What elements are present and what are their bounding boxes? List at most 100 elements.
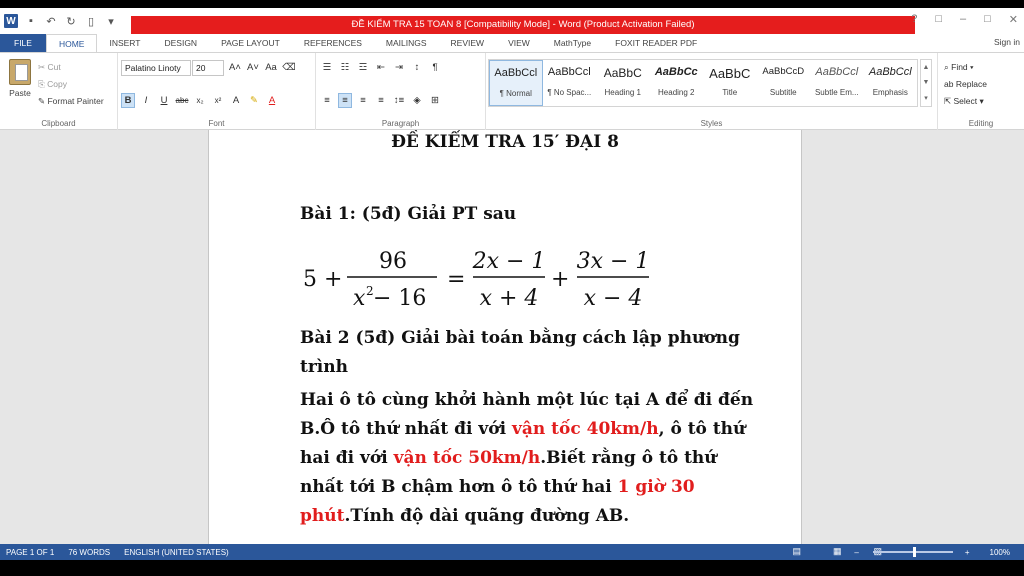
shrink-font-icon[interactable]: A˅ <box>246 60 260 75</box>
font-group-label: Font <box>208 119 225 128</box>
window-controls: ? □ – □ ✕ <box>911 13 1018 26</box>
zoom-level[interactable]: 100% <box>990 548 1010 557</box>
find-button[interactable]: ⌕ Find ▾ <box>944 59 987 76</box>
sign-in-link[interactable]: Sign in <box>994 37 1020 47</box>
sort-icon[interactable]: ↕ <box>410 60 424 75</box>
font-size-box[interactable]: 20 <box>192 60 224 76</box>
tab-mathtype[interactable]: MathType <box>542 34 603 52</box>
justify-icon[interactable]: ≡ <box>374 93 388 108</box>
clear-formatting-icon[interactable]: ⌫ <box>282 60 296 75</box>
increase-indent-icon[interactable]: ⇥ <box>392 60 406 75</box>
paste-button[interactable]: Paste <box>6 59 34 98</box>
italic-icon[interactable]: I <box>139 93 153 108</box>
zoom-out-icon[interactable]: – <box>854 548 858 557</box>
style-name: Title <box>722 88 738 97</box>
underline-icon[interactable]: U <box>157 93 171 108</box>
select-button[interactable]: ⇱ Select ▾ <box>944 93 987 110</box>
bold-icon[interactable]: B <box>121 93 135 108</box>
close-icon[interactable]: ✕ <box>1009 13 1018 26</box>
align-left-icon[interactable]: ≡ <box>320 93 334 108</box>
text-effects-icon[interactable]: A <box>229 93 243 108</box>
grow-font-icon[interactable]: A˄ <box>228 60 242 75</box>
list-tools: ☰ ☷ ☲ ⇤ ⇥ ↕ ¶ <box>320 60 442 75</box>
multilevel-list-icon[interactable]: ☲ <box>356 60 370 75</box>
clipboard-group-label: Clipboard <box>41 119 76 128</box>
numbering-icon[interactable]: ☷ <box>338 60 352 75</box>
style-heading-1[interactable]: AaBbC Heading 1 <box>596 60 650 106</box>
tab-insert[interactable]: INSERT <box>97 34 152 52</box>
paste-label: Paste <box>9 88 31 98</box>
exercise-2-heading: Bài 2 (5đ) Giải bài toán bằng cách lập p… <box>300 328 740 377</box>
tab-references[interactable]: REFERENCES <box>292 34 374 52</box>
page-count[interactable]: PAGE 1 OF 1 <box>6 548 54 557</box>
tab-foxit-reader-pdf[interactable]: FOXIT READER PDF <box>603 34 709 52</box>
style-title[interactable]: AaBbC Title <box>703 60 757 106</box>
tab-mailings[interactable]: MAILINGS <box>374 34 439 52</box>
show-marks-icon[interactable]: ¶ <box>428 60 442 75</box>
style-name: Subtle Em... <box>814 88 859 97</box>
bullets-icon[interactable]: ☰ <box>320 60 334 75</box>
style-normal[interactable]: AaBbCcl ¶ Normal <box>489 60 543 106</box>
word-count[interactable]: 76 WORDS <box>68 548 110 557</box>
subscript-icon[interactable]: x₂ <box>193 93 207 108</box>
customize-toolbar-icon[interactable]: ▾ <box>104 14 118 28</box>
decrease-indent-icon[interactable]: ⇤ <box>374 60 388 75</box>
tab-home[interactable]: HOME <box>45 33 98 53</box>
help-icon[interactable]: ? <box>911 13 917 26</box>
line-spacing-icon[interactable]: ↕≡ <box>392 93 406 108</box>
style-subtitle[interactable]: AaBbCcD Subtitle <box>757 60 811 106</box>
font-color-icon[interactable]: A <box>265 93 279 108</box>
ribbon-display-icon[interactable]: □ <box>935 13 942 26</box>
tab-file[interactable]: FILE <box>0 34 46 52</box>
tab-page-layout[interactable]: PAGE LAYOUT <box>209 34 292 52</box>
borders-icon[interactable]: ⊞ <box>428 93 442 108</box>
document-page[interactable]: ĐỀ KIỂM TRA 15′ ĐẠI 8 Bài 1: (5đ) Giải P… <box>208 130 802 552</box>
style-emphasis[interactable]: AaBbCcl Emphasis <box>864 60 918 106</box>
style-subtle-emphasis[interactable]: AaBbCcl Subtle Em... <box>810 60 864 106</box>
redo-icon[interactable]: ↻ <box>64 14 78 28</box>
format-painter-label: Format Painter <box>47 96 104 106</box>
replace-button[interactable]: ab Replace <box>944 76 987 93</box>
cut-label: Cut <box>47 62 61 72</box>
scroll-up-icon[interactable]: ▲ <box>923 64 930 71</box>
align-center-icon[interactable]: ≡ <box>338 93 352 108</box>
style-sample: AaBbCcl <box>868 66 912 78</box>
minimize-icon[interactable]: – <box>960 13 966 26</box>
styles-gallery-scroll[interactable]: ▲ ▼ ▾ <box>920 59 932 107</box>
read-mode-icon[interactable]: ▤ <box>792 546 801 557</box>
shading-icon[interactable]: ◈ <box>410 93 424 108</box>
change-case-icon[interactable]: Aa <box>264 60 278 75</box>
superscript-icon[interactable]: x² <box>211 93 225 108</box>
font-format-tools: B I U abc x₂ x² A ✎ A <box>121 93 279 108</box>
strikethrough-icon[interactable]: abc <box>175 93 189 108</box>
word-logo-icon[interactable]: W <box>4 14 18 28</box>
style-no-spacing[interactable]: AaBbCcl ¶ No Spac... <box>543 60 597 106</box>
new-document-icon[interactable]: ▯ <box>84 14 98 28</box>
paragraph-group: ☰ ☷ ☲ ⇤ ⇥ ↕ ¶ ≡ ≡ ≡ ≡ ↕≡ ◈ ⊞ Paragraph <box>316 53 486 130</box>
tab-view[interactable]: VIEW <box>496 34 542 52</box>
align-right-icon[interactable]: ≡ <box>356 93 370 108</box>
more-styles-icon[interactable]: ▾ <box>924 94 928 102</box>
frac1-den-rest: − 16 <box>373 286 426 311</box>
language-indicator[interactable]: ENGLISH (UNITED STATES) <box>124 548 229 557</box>
style-heading-2[interactable]: AaBbCc Heading 2 <box>650 60 704 106</box>
eq-equals: = <box>447 267 465 292</box>
zoom-in-icon[interactable]: + <box>965 548 970 557</box>
maximize-icon[interactable]: □ <box>984 13 991 26</box>
print-layout-icon[interactable]: ▦ <box>833 546 842 557</box>
tab-design[interactable]: DESIGN <box>152 34 209 52</box>
zoom-slider-thumb[interactable] <box>912 547 916 557</box>
font-name-box[interactable]: Palatino Linoty <box>121 60 191 76</box>
copy-button[interactable]: ⎘ Copy <box>38 76 104 93</box>
scroll-down-icon[interactable]: ▼ <box>923 79 930 86</box>
format-painter-button[interactable]: ✎ Format Painter <box>38 93 104 110</box>
tab-review[interactable]: REVIEW <box>439 34 497 52</box>
frac2-numerator: 2x − 1 <box>472 249 546 274</box>
save-icon[interactable]: ▪ <box>24 14 38 28</box>
undo-icon[interactable]: ↶ <box>44 14 58 28</box>
style-name: ¶ No Spac... <box>547 88 592 97</box>
clipboard-group: Paste ✂ Cut ⎘ Copy ✎ Format Painter Clip… <box>0 53 118 130</box>
zoom-slider[interactable] <box>872 547 953 557</box>
cut-button[interactable]: ✂ Cut <box>38 59 104 76</box>
highlight-icon[interactable]: ✎ <box>247 93 261 108</box>
